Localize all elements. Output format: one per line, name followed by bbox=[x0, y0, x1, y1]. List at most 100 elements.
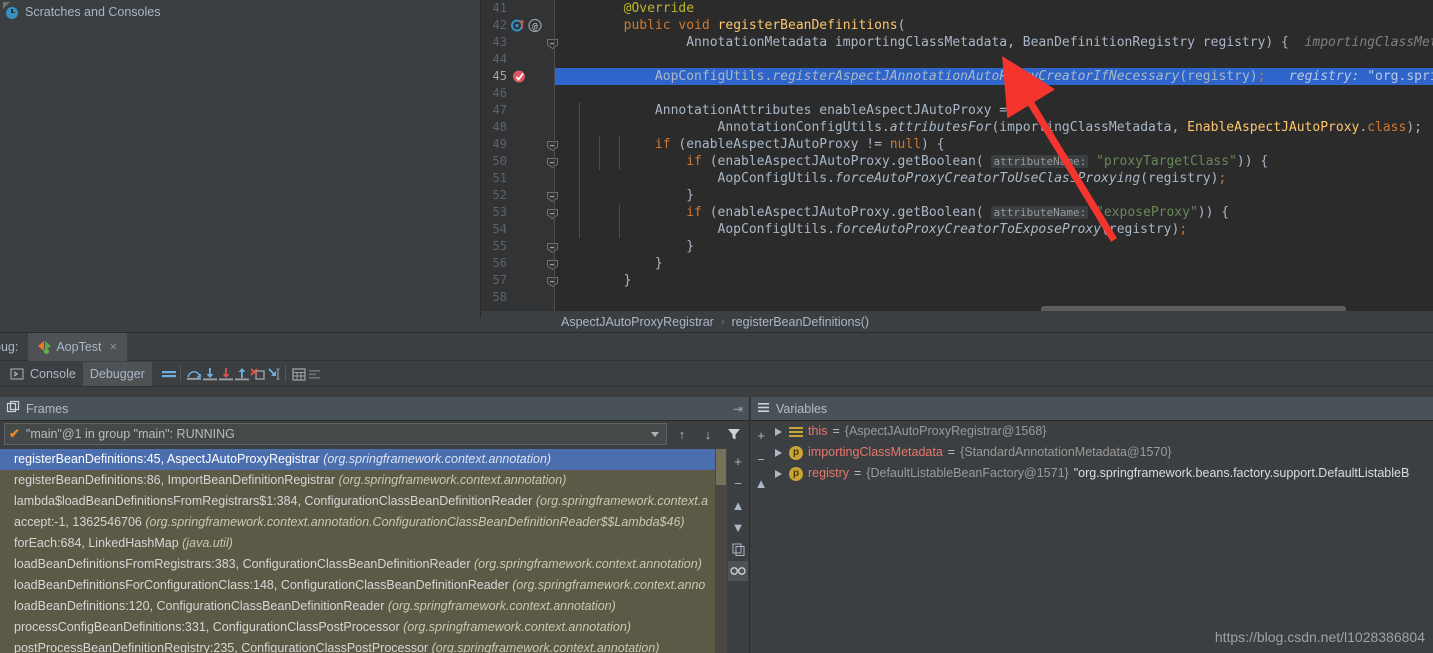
tab-console[interactable]: Console bbox=[2, 362, 83, 386]
project-tool-window[interactable]: Scratches and Consoles bbox=[0, 0, 481, 318]
variable-row[interactable]: p registry = {DefaultListableBeanFactory@15… bbox=[771, 463, 1433, 484]
code-token: ) { bbox=[921, 137, 945, 152]
drop-frame-icon[interactable] bbox=[249, 366, 265, 382]
frame-row[interactable]: lambda$loadBeanDefinitionsFromRegistrars… bbox=[0, 491, 727, 512]
code-line[interactable]: AnnotationConfigUtils.attributesFor(impo… bbox=[555, 119, 1433, 136]
frame-row[interactable]: loadBeanDefinitionsFromRegistrars:383, C… bbox=[0, 554, 727, 575]
code-line[interactable]: } bbox=[555, 255, 1433, 272]
step-out-icon[interactable] bbox=[233, 366, 249, 382]
code-line[interactable]: if (enableAspectJAutoProxy.getBoolean( a… bbox=[555, 153, 1433, 170]
code-line[interactable]: AopConfigUtils.forceAutoProxyCreatorToUs… bbox=[555, 170, 1433, 187]
add-icon[interactable]: + bbox=[728, 451, 748, 471]
variables-list[interactable]: this = {AspectJAutoProxyRegistrar@1568} p im… bbox=[771, 421, 1433, 653]
evaluate-expression-icon[interactable] bbox=[290, 366, 306, 382]
move-up-icon[interactable]: ▲ bbox=[728, 495, 748, 515]
breadcrumb-method[interactable]: registerBeanDefinitions() bbox=[732, 315, 870, 329]
breadcrumb-class[interactable]: AspectJAutoProxyRegistrar bbox=[561, 315, 714, 329]
filter-icon[interactable] bbox=[723, 423, 745, 445]
force-step-into-icon[interactable] bbox=[217, 366, 233, 382]
frame-row[interactable]: forEach:684, LinkedHashMap (java.util) bbox=[0, 533, 727, 554]
frame-row[interactable]: registerBeanDefinitions:86, ImportBeanDe… bbox=[0, 470, 727, 491]
line-number: 44 bbox=[492, 52, 507, 66]
code-content[interactable]: @Override public void registerBeanDefini… bbox=[555, 0, 1433, 311]
variable-string-value: "org.springframework.beans.factory.suppo… bbox=[1073, 466, 1410, 480]
move-up-icon[interactable]: ▲ bbox=[751, 473, 771, 493]
close-icon[interactable]: × bbox=[110, 339, 118, 354]
pin-icon[interactable]: ⇥ bbox=[733, 402, 743, 416]
copy-icon[interactable] bbox=[728, 539, 748, 559]
mute-breakpoints-icon[interactable] bbox=[160, 366, 176, 382]
code-line[interactable] bbox=[555, 51, 1433, 68]
indent-guide bbox=[599, 136, 600, 170]
variables-icon bbox=[757, 401, 770, 417]
frame-method: accept:-1, 1362546706 bbox=[14, 515, 146, 529]
code-line[interactable]: } bbox=[555, 238, 1433, 255]
frames-list[interactable]: registerBeanDefinitions:45, AspectJAutoP… bbox=[0, 449, 727, 653]
code-editor[interactable]: 41 42 @43 44 45 46 47 48 49 50 51 52 53 54 55 56 57 58 @O… bbox=[481, 0, 1433, 311]
variable-row[interactable]: p importingClassMetadata = {StandardAnnotat… bbox=[771, 442, 1433, 463]
override-marker-icon[interactable]: @ bbox=[511, 17, 555, 34]
move-down-button[interactable]: ↓ bbox=[697, 423, 719, 445]
code-token: importingClassMeta bbox=[1304, 35, 1433, 50]
code-line-current[interactable]: AopConfigUtils.registerAspectJAnnotation… bbox=[555, 68, 1433, 85]
code-token: public bbox=[623, 18, 671, 33]
code-line[interactable]: } bbox=[555, 187, 1433, 204]
move-up-button[interactable]: ↑ bbox=[671, 423, 693, 445]
frame-method: forEach:684, LinkedHashMap bbox=[14, 536, 183, 550]
settings-icon[interactable] bbox=[306, 366, 322, 382]
code-token: )) { bbox=[1197, 205, 1230, 220]
code-line[interactable]: } bbox=[555, 272, 1433, 289]
breakpoint-icon[interactable] bbox=[511, 68, 555, 85]
project-tree-item-scratches[interactable]: Scratches and Consoles bbox=[0, 0, 480, 20]
step-into-icon[interactable] bbox=[201, 366, 217, 382]
code-line[interactable]: AnnotationMetadata importingClassMetadat… bbox=[555, 34, 1433, 51]
run-to-cursor-icon[interactable] bbox=[265, 366, 281, 382]
line-number: 42 bbox=[492, 18, 507, 32]
editor-gutter[interactable]: 41 42 @43 44 45 46 47 48 49 50 51 52 53 54 55 56 57 58 bbox=[481, 0, 558, 311]
remove-watch-icon[interactable]: − bbox=[751, 449, 771, 469]
frame-row[interactable]: loadBeanDefinitionsForConfigurationClass… bbox=[0, 575, 727, 596]
chevron-down-icon[interactable] bbox=[651, 431, 659, 437]
line-number: 58 bbox=[492, 290, 507, 304]
remove-icon[interactable]: − bbox=[728, 473, 748, 493]
scrollbar-thumb[interactable] bbox=[716, 449, 726, 485]
frame-row[interactable]: processConfigBeanDefinitions:331, Config… bbox=[0, 617, 727, 638]
frame-row[interactable]: registerBeanDefinitions:45, AspectJAutoP… bbox=[0, 449, 727, 470]
code-line[interactable]: AopConfigUtils.forceAutoProxyCreatorToEx… bbox=[555, 221, 1433, 238]
move-down-icon[interactable]: ▼ bbox=[728, 517, 748, 537]
code-line[interactable] bbox=[555, 289, 1433, 306]
code-token: . bbox=[827, 171, 835, 186]
thread-combo[interactable]: ✔ "main"@1 in group "main": RUNNING bbox=[4, 423, 667, 445]
step-over-icon[interactable] bbox=[185, 366, 201, 382]
tab-debugger-label: Debugger bbox=[89, 366, 145, 381]
breadcrumb[interactable]: AspectJAutoProxyRegistrar › registerBean… bbox=[481, 311, 1433, 332]
code-line[interactable]: AnnotationAttributes enableAspectJAutoPr… bbox=[555, 102, 1433, 119]
code-token: ( bbox=[897, 18, 906, 33]
tab-debugger[interactable]: Debugger bbox=[82, 361, 152, 386]
frames-scrollbar[interactable] bbox=[715, 449, 727, 653]
code-line[interactable]: if (enableAspectJAutoProxy != null) { bbox=[555, 136, 1433, 153]
code-line[interactable]: @Override bbox=[555, 0, 1433, 17]
code-token: AopConfigUtils bbox=[654, 69, 765, 84]
add-watch-icon[interactable]: + bbox=[751, 425, 771, 445]
thread-selector-row: ✔ "main"@1 in group "main": RUNNING ↑ ↓ bbox=[0, 421, 749, 447]
frame-package: (org.springframework.context.annotation.… bbox=[145, 515, 685, 529]
debug-session-tab-aoptest[interactable]: AopTest × bbox=[28, 332, 128, 361]
debugger-toolbar: Console Debugger bbox=[0, 361, 1433, 387]
variable-row[interactable]: this = {AspectJAutoProxyRegistrar@1568} bbox=[771, 421, 1433, 442]
this-icon bbox=[789, 425, 803, 439]
expand-triangle-icon[interactable] bbox=[775, 448, 782, 457]
frame-row[interactable]: postProcessBeanDefinitionRegistry:235, C… bbox=[0, 638, 727, 653]
frame-row[interactable]: loadBeanDefinitions:120, ConfigurationCl… bbox=[0, 596, 727, 617]
code-line[interactable]: if (enableAspectJAutoProxy.getBoolean( a… bbox=[555, 204, 1433, 221]
debug-tab-bar: bug: AopTest × bbox=[0, 332, 1433, 361]
expand-triangle-icon[interactable] bbox=[775, 469, 782, 478]
code-line[interactable]: public void registerBeanDefinitions( bbox=[555, 17, 1433, 34]
code-token: (enableAspectJAutoProxy.getBoolean( bbox=[701, 205, 992, 220]
expand-triangle-icon[interactable] bbox=[775, 427, 782, 436]
glasses-icon[interactable] bbox=[728, 561, 748, 581]
code-line[interactable] bbox=[555, 85, 1433, 102]
frame-row[interactable]: accept:-1, 1362546706 (org.springframewo… bbox=[0, 512, 727, 533]
